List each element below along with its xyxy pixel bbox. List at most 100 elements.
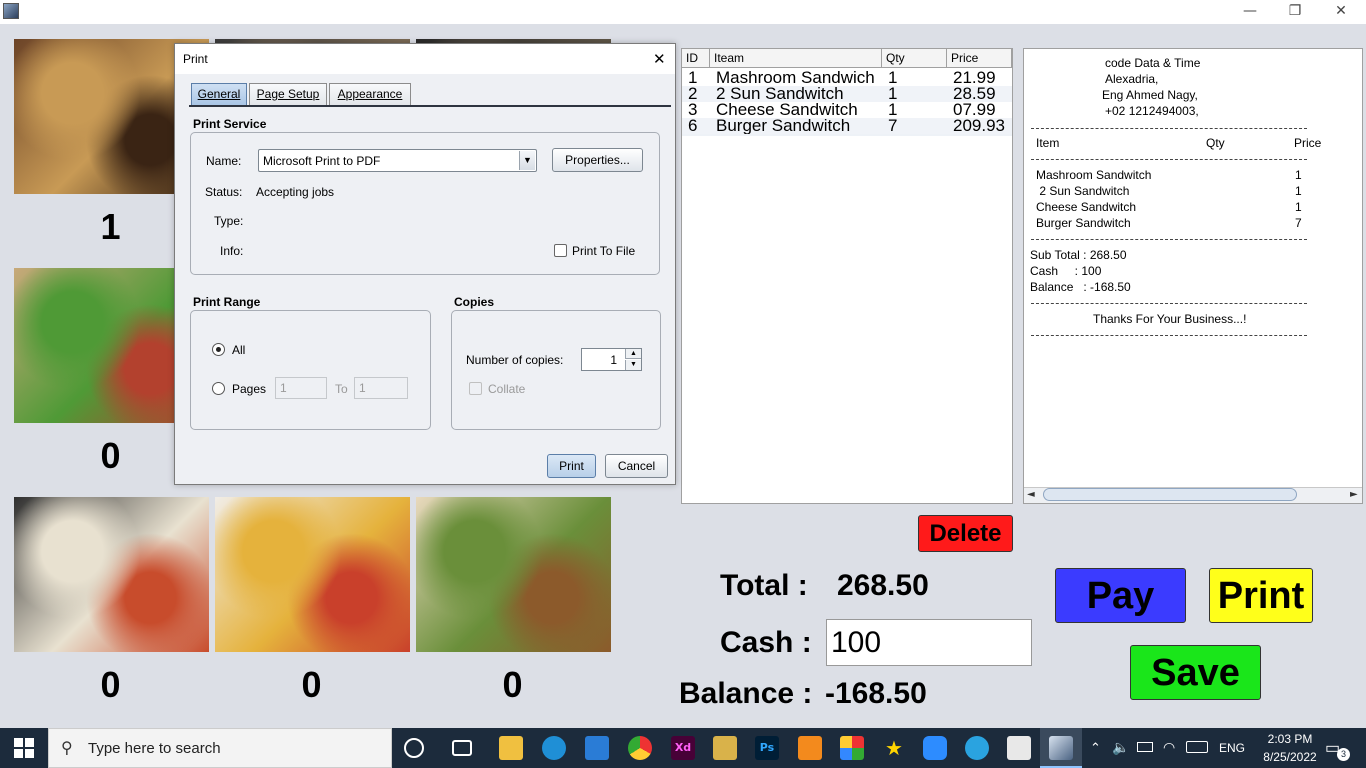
col-price-header[interactable]: Price xyxy=(947,49,1012,67)
app-icon xyxy=(3,3,19,19)
sublime-icon[interactable] xyxy=(798,736,822,760)
files-app-icon[interactable] xyxy=(713,736,737,760)
tab-appearance[interactable]: Appearance xyxy=(329,83,411,105)
pages-to-input[interactable]: 1 xyxy=(354,377,408,399)
table-row[interactable]: 6 Burger Sandwitch 7 209.93 xyxy=(682,118,1012,134)
cell-price: 21.99 xyxy=(953,70,996,86)
receipt-panel[interactable]: code Data & Time Alexadria, Eng Ahmed Na… xyxy=(1023,48,1363,504)
receipt-cash: Cash : 100 xyxy=(1030,264,1102,278)
cash-input[interactable]: 100 xyxy=(826,619,1032,666)
cash-label: Cash : xyxy=(720,626,812,659)
battery-icon[interactable] xyxy=(1137,742,1153,752)
receipt-balance: Balance : -168.50 xyxy=(1030,280,1131,294)
table-header: ID Iteam Qty Price xyxy=(682,49,1012,68)
number-of-copies-label: Number of copies: xyxy=(466,353,564,367)
collate-checkbox[interactable] xyxy=(469,382,482,395)
copies-label: Copies xyxy=(454,295,495,309)
receipt-divider xyxy=(1031,159,1307,160)
copies-spinner[interactable]: 1 ▲ ▼ xyxy=(581,348,642,371)
status-value: Accepting jobs xyxy=(256,185,335,199)
clock-date[interactable]: 8/25/2022 xyxy=(1252,750,1328,764)
collate-label: Collate xyxy=(488,382,526,396)
properties-button[interactable]: Properties... xyxy=(552,148,643,172)
restore-button[interactable]: ❐ xyxy=(1272,0,1318,24)
food-tile-wrap-fries[interactable] xyxy=(215,497,410,652)
adobe-xd-icon[interactable]: Xd xyxy=(671,736,695,760)
scroll-right-icon[interactable]: ► xyxy=(1350,489,1358,500)
dialog-cancel-button[interactable]: Cancel xyxy=(605,454,668,478)
pages-to-label: To xyxy=(335,382,348,396)
pages-from-input[interactable]: 1 xyxy=(275,377,327,399)
zoom-icon[interactable] xyxy=(923,736,947,760)
photoshop-icon[interactable]: Ps xyxy=(755,736,779,760)
type-label: Type: xyxy=(214,214,244,228)
receipt-col-item: Item xyxy=(1036,136,1060,150)
windows-start-icon[interactable] xyxy=(14,738,34,758)
save-button[interactable]: Save xyxy=(1130,645,1261,700)
cell-qty: 1 xyxy=(888,102,898,118)
keyboard-icon[interactable] xyxy=(1186,741,1208,753)
info-label: Info: xyxy=(220,244,244,258)
scroll-left-icon[interactable]: ◄ xyxy=(1027,489,1035,500)
col-qty-header[interactable]: Qty xyxy=(882,49,947,67)
chevron-down-icon[interactable]: ▼ xyxy=(519,151,535,170)
edge-icon[interactable] xyxy=(542,736,566,760)
receipt-item-name: Mashroom Sandwitch xyxy=(1036,168,1152,182)
delete-button[interactable]: Delete xyxy=(918,515,1013,552)
col-item-header[interactable]: Iteam xyxy=(710,49,882,67)
cortana-icon[interactable] xyxy=(404,738,424,758)
printer-select[interactable]: Microsoft Print to PDF ▼ xyxy=(258,149,537,172)
radio-pages[interactable] xyxy=(212,382,225,395)
file-explorer-icon[interactable] xyxy=(499,736,523,760)
print-dialog[interactable]: Print ✕ General Page Setup Appearance Pr… xyxy=(174,43,676,485)
java-app-taskbar-item[interactable] xyxy=(1040,728,1082,768)
tab-general[interactable]: General xyxy=(191,83,247,105)
food-tile-falafel-pita[interactable] xyxy=(416,497,611,652)
clock-time[interactable]: 2:03 PM xyxy=(1260,732,1320,746)
task-view-icon[interactable] xyxy=(452,740,472,756)
star-icon[interactable]: ★ xyxy=(882,736,906,760)
col-id-header[interactable]: ID xyxy=(682,49,710,67)
chrome-icon[interactable] xyxy=(628,736,652,760)
dialog-titlebar: Print ✕ xyxy=(175,44,675,74)
name-label: Name: xyxy=(206,154,242,168)
vscode-icon[interactable] xyxy=(585,736,609,760)
search-icon: ⚲ xyxy=(61,738,73,757)
spinner-down-icon[interactable]: ▼ xyxy=(625,360,641,370)
tray-chevron-up-icon[interactable]: ⌃ xyxy=(1090,740,1101,756)
print-to-file-checkbox[interactable] xyxy=(554,244,567,257)
taskbar-search[interactable]: ⚲ Type here to search xyxy=(48,728,392,768)
print-button[interactable]: Print xyxy=(1209,568,1313,623)
receipt-col-qty: Qty xyxy=(1206,136,1225,150)
cell-qty: 1 xyxy=(888,70,898,86)
pay-button[interactable]: Pay xyxy=(1055,568,1186,623)
window-titlebar xyxy=(0,0,1366,24)
table-row[interactable]: 3 Cheese Sandwitch 1 07.99 xyxy=(682,102,1012,118)
table-row[interactable]: 2 2 Sun Sandwitch 1 28.59 xyxy=(682,86,1012,102)
print-to-file-label: Print To File xyxy=(572,244,636,258)
language-indicator[interactable]: ENG xyxy=(1219,741,1245,755)
minimize-button[interactable]: — xyxy=(1227,0,1273,24)
receipt-col-price: Price xyxy=(1294,136,1322,150)
table-row[interactable]: 1 Mashroom Sandwich 1 21.99 xyxy=(682,70,1012,86)
office-icon[interactable] xyxy=(840,736,864,760)
receipt-divider xyxy=(1031,335,1307,336)
cell-item: Mashroom Sandwich xyxy=(716,70,875,86)
tab-page-setup[interactable]: Page Setup xyxy=(249,83,327,105)
radio-all[interactable] xyxy=(212,343,225,356)
order-table[interactable]: ID Iteam Qty Price 1 Mashroom Sandwich 1… xyxy=(681,48,1013,504)
wifi-icon[interactable]: ◠ xyxy=(1163,739,1175,756)
volume-icon[interactable]: 🔈 xyxy=(1112,739,1129,756)
cell-qty: 7 xyxy=(888,118,898,134)
close-button[interactable]: ✕ xyxy=(1318,0,1364,24)
receipt-divider xyxy=(1031,239,1307,240)
food-tile-cheese-sandwich[interactable] xyxy=(14,497,209,652)
dialog-close-icon[interactable]: ✕ xyxy=(653,50,666,68)
scrollbar-thumb[interactable] xyxy=(1043,488,1297,501)
telegram-icon[interactable] xyxy=(965,736,989,760)
dialog-print-button[interactable]: Print xyxy=(547,454,596,478)
receipt-header-line: Eng Ahmed Nagy, xyxy=(1102,88,1198,102)
spinner-up-icon[interactable]: ▲ xyxy=(625,349,641,359)
search-placeholder: Type here to search xyxy=(88,740,221,757)
cube-app-icon[interactable] xyxy=(1007,736,1031,760)
